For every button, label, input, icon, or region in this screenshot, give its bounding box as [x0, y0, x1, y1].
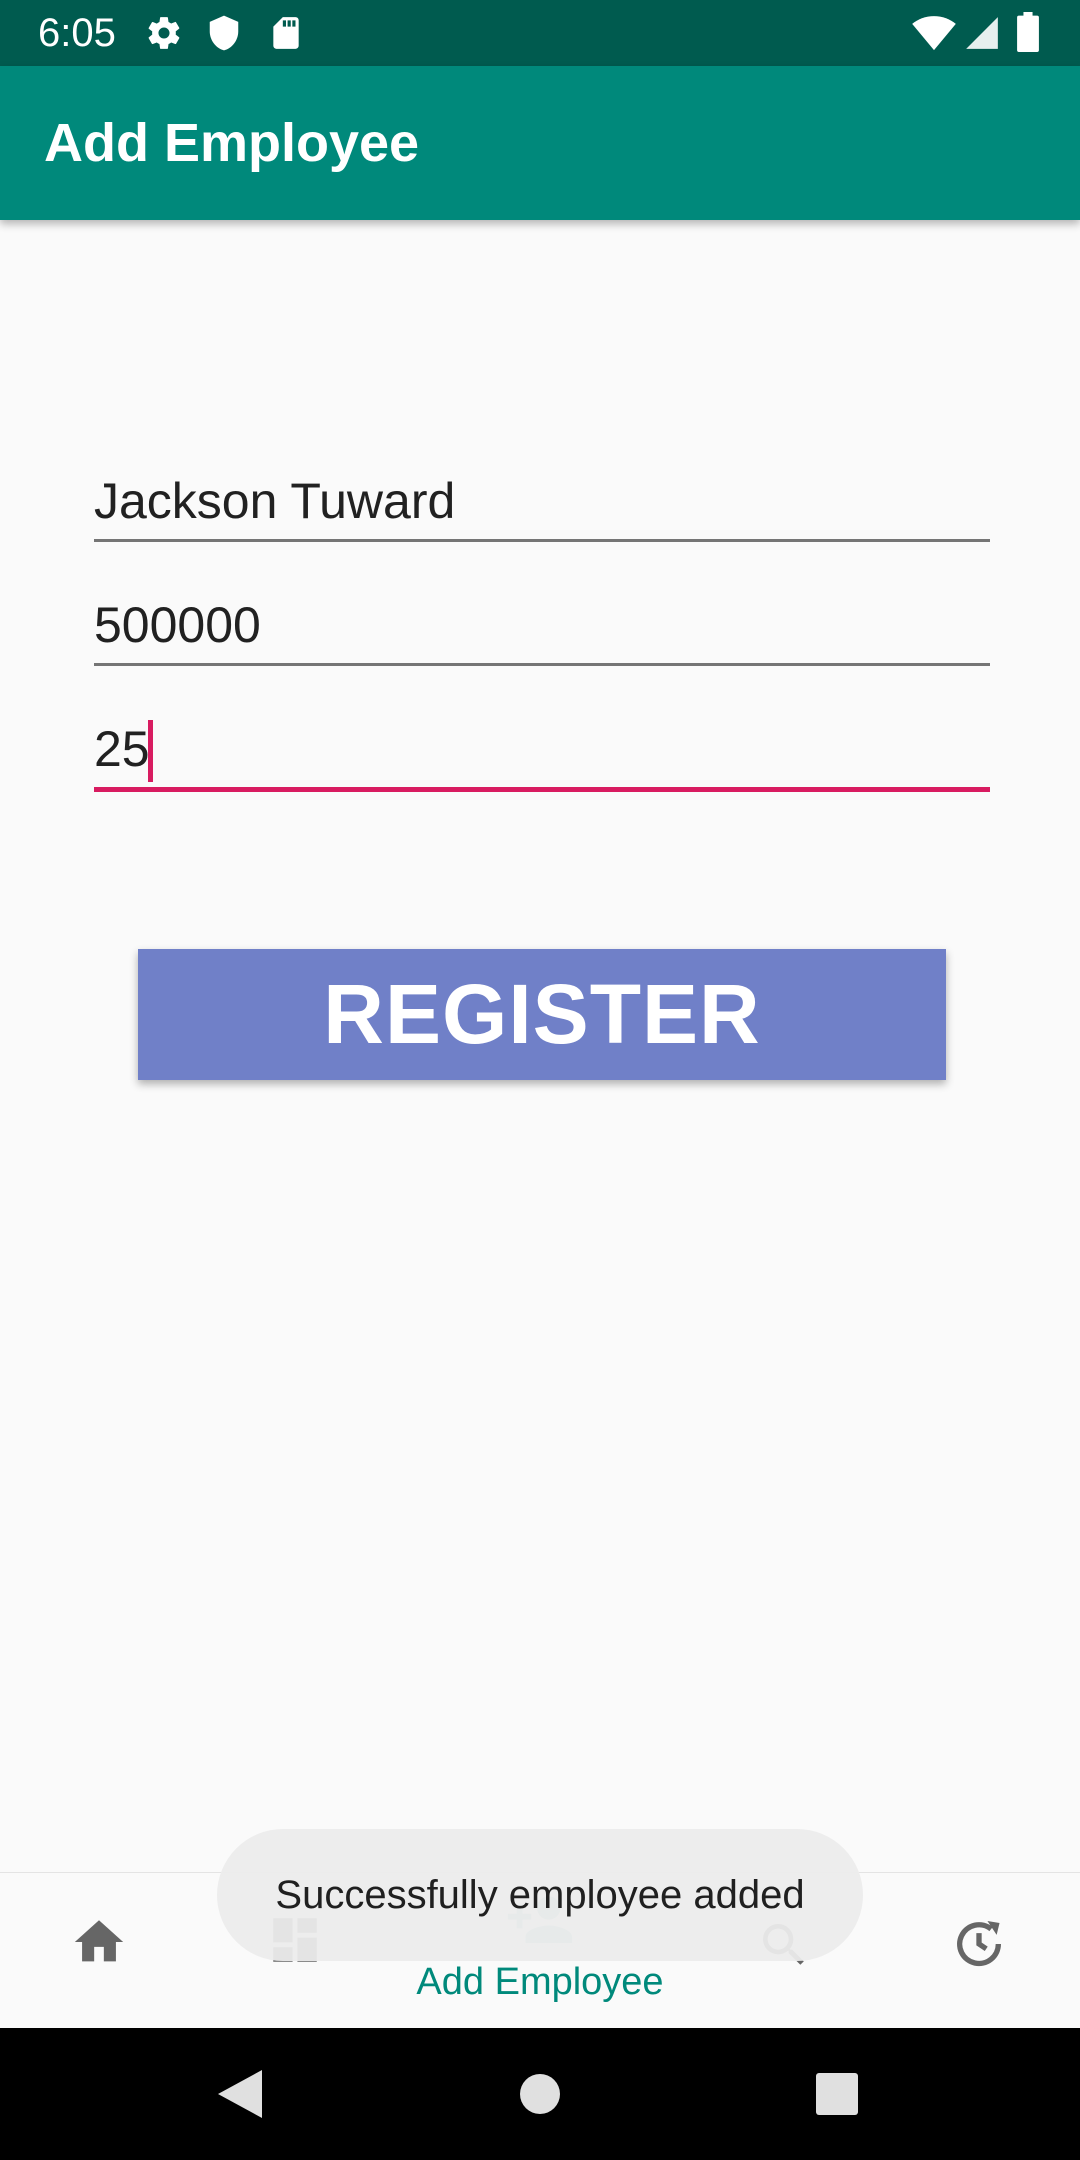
age-field[interactable]: [94, 711, 990, 792]
name-field[interactable]: [94, 463, 990, 542]
battery-icon: [1017, 12, 1039, 52]
shield-icon: [209, 15, 239, 51]
name-input[interactable]: [94, 463, 990, 539]
register-button[interactable]: REGISTER: [138, 949, 946, 1080]
app-bar: Add Employee: [0, 66, 1080, 220]
toast-message: Successfully employee added: [275, 1872, 805, 1917]
system-navigation-bar: [0, 2028, 1080, 2160]
salary-input[interactable]: [94, 587, 990, 663]
status-time: 6:05: [38, 11, 116, 55]
back-icon[interactable]: [218, 2070, 262, 2118]
signal-icon: [966, 17, 998, 49]
sd-card-icon: [273, 17, 299, 49]
recents-icon[interactable]: [816, 2073, 858, 2115]
salary-field[interactable]: [94, 587, 990, 666]
age-input[interactable]: [94, 711, 990, 787]
toast: Successfully employee added: [217, 1829, 863, 1961]
page-title: Add Employee: [44, 113, 420, 173]
register-button-label: REGISTER: [323, 967, 761, 1061]
status-bar: 6:05: [0, 0, 1080, 66]
wifi-icon: [912, 16, 956, 51]
home-icon[interactable]: [70, 1913, 128, 1971]
gear-icon: [148, 17, 180, 49]
home-circle-icon[interactable]: [520, 2074, 560, 2114]
nav-active-label[interactable]: Add Employee: [380, 1961, 700, 2004]
history-icon[interactable]: [950, 1915, 1008, 1973]
text-cursor: [148, 720, 153, 782]
